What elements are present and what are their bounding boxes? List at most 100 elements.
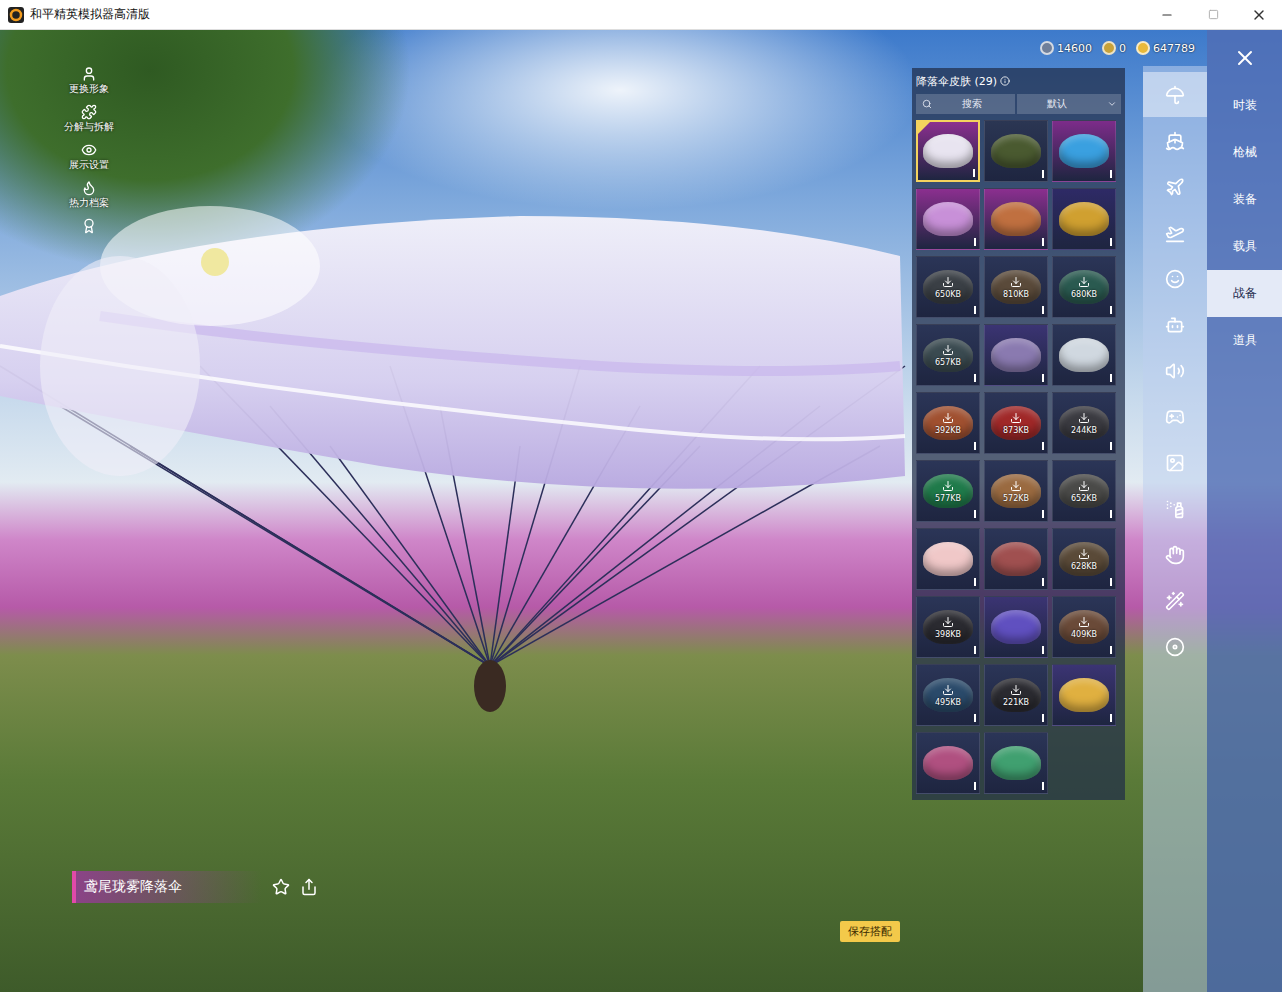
download-size: 398KB bbox=[935, 630, 961, 639]
download-overlay: 810KB bbox=[985, 257, 1047, 317]
share-button[interactable] bbox=[300, 878, 318, 896]
skin-tile[interactable] bbox=[916, 120, 980, 182]
save-button[interactable]: 保存搭配 bbox=[840, 921, 900, 942]
parachute-thumbnail-icon bbox=[991, 610, 1041, 644]
skin-tile[interactable]: 810KB bbox=[984, 256, 1048, 318]
favorite-button[interactable] bbox=[272, 878, 290, 896]
skin-tile[interactable]: 392KB bbox=[916, 392, 980, 454]
subcategory-tab[interactable] bbox=[1143, 624, 1207, 669]
skin-tile[interactable] bbox=[984, 324, 1048, 386]
category-tab[interactable]: 战备 bbox=[1207, 270, 1282, 317]
category-tab[interactable]: 道具 bbox=[1207, 317, 1282, 364]
download-icon bbox=[1078, 276, 1090, 288]
category-tab[interactable]: 载具 bbox=[1207, 223, 1282, 270]
skin-tile[interactable]: 409KB bbox=[1052, 596, 1116, 658]
panel-header: 降落伞皮肤 (29) bbox=[916, 68, 1121, 94]
skin-tile[interactable] bbox=[1052, 324, 1116, 386]
left-menu-item[interactable] bbox=[44, 218, 134, 250]
left-menu-item[interactable]: 分解与拆解 bbox=[44, 104, 134, 136]
skin-tile[interactable] bbox=[984, 188, 1048, 250]
tile-mark bbox=[1110, 510, 1112, 518]
subcategory-tab[interactable] bbox=[1143, 348, 1207, 393]
skin-tile[interactable] bbox=[1052, 188, 1116, 250]
skin-tile[interactable] bbox=[916, 188, 980, 250]
skin-tile[interactable] bbox=[1052, 664, 1116, 726]
info-icon[interactable] bbox=[1000, 76, 1010, 86]
subcategory-tab[interactable] bbox=[1143, 72, 1207, 117]
close-game-button[interactable] bbox=[1207, 30, 1282, 70]
close-icon bbox=[1233, 46, 1257, 70]
download-icon bbox=[942, 684, 954, 696]
share-icon bbox=[300, 878, 318, 896]
skin-tile[interactable]: 244KB bbox=[1052, 392, 1116, 454]
maximize-icon bbox=[1208, 9, 1219, 20]
skin-tile[interactable]: 495KB bbox=[916, 664, 980, 726]
category-tab[interactable]: 时装 bbox=[1207, 82, 1282, 129]
minimize-button[interactable] bbox=[1144, 0, 1190, 30]
skin-tile[interactable]: 398KB bbox=[916, 596, 980, 658]
search-field[interactable]: 搜索 bbox=[916, 94, 1015, 114]
skin-tile[interactable]: 221KB bbox=[984, 664, 1048, 726]
subcategory-tab[interactable] bbox=[1143, 210, 1207, 255]
menu-item-label: 更换形象 bbox=[69, 82, 109, 96]
left-menu-item[interactable]: 更换形象 bbox=[44, 66, 134, 98]
subcategory-tab[interactable] bbox=[1143, 486, 1207, 531]
skin-tile[interactable] bbox=[916, 528, 980, 590]
subcategory-icon bbox=[1165, 499, 1185, 519]
subcategory-icon bbox=[1165, 85, 1185, 105]
skin-tile[interactable]: 650KB bbox=[916, 256, 980, 318]
parachute-thumbnail-icon bbox=[923, 746, 973, 780]
parachute-thumbnail-icon bbox=[991, 338, 1041, 372]
subcategory-tab[interactable] bbox=[1143, 578, 1207, 623]
subcategory-tab[interactable] bbox=[1143, 532, 1207, 577]
skin-tile[interactable]: 577KB bbox=[916, 460, 980, 522]
skin-tile[interactable] bbox=[984, 528, 1048, 590]
skin-tile[interactable]: 572KB bbox=[984, 460, 1048, 522]
left-menu-item[interactable]: 展示设置 bbox=[44, 142, 134, 174]
menu-item-label: 热力档案 bbox=[69, 196, 109, 210]
tile-mark bbox=[1042, 442, 1044, 450]
subcategory-tab[interactable] bbox=[1143, 164, 1207, 209]
menu-item-label: 分解与拆解 bbox=[64, 120, 114, 134]
subcategory-tab[interactable] bbox=[1143, 256, 1207, 301]
skin-tile[interactable]: 680KB bbox=[1052, 256, 1116, 318]
tile-mark bbox=[1110, 170, 1112, 178]
category-tab[interactable]: 枪械 bbox=[1207, 129, 1282, 176]
sort-dropdown[interactable]: 默认 bbox=[1017, 94, 1121, 114]
skin-tile[interactable] bbox=[984, 596, 1048, 658]
subcategory-icon bbox=[1165, 177, 1185, 197]
skin-tile[interactable] bbox=[1052, 120, 1116, 182]
download-icon bbox=[942, 412, 954, 424]
maximize-button[interactable] bbox=[1190, 0, 1236, 30]
skin-tile[interactable] bbox=[916, 732, 980, 794]
download-size: 652KB bbox=[1071, 494, 1097, 503]
left-menu-item[interactable]: 热力档案 bbox=[44, 180, 134, 212]
download-icon bbox=[1010, 480, 1022, 492]
skin-tile[interactable] bbox=[984, 120, 1048, 182]
download-size: 650KB bbox=[935, 290, 961, 299]
download-size: 392KB bbox=[935, 426, 961, 435]
download-icon bbox=[942, 276, 954, 288]
subcategory-tab[interactable] bbox=[1143, 118, 1207, 163]
tile-mark bbox=[1042, 714, 1044, 722]
subcategory-tab[interactable] bbox=[1143, 302, 1207, 347]
download-icon bbox=[1078, 480, 1090, 492]
menu-item-label: 展示设置 bbox=[69, 158, 109, 172]
close-icon bbox=[1251, 7, 1267, 23]
tile-mark bbox=[1042, 238, 1044, 246]
tile-mark bbox=[974, 238, 976, 246]
parachute-preview bbox=[0, 66, 912, 992]
category-tab[interactable]: 装备 bbox=[1207, 176, 1282, 223]
subcategory-tab[interactable] bbox=[1143, 394, 1207, 439]
download-overlay: 680KB bbox=[1053, 257, 1115, 317]
skin-tile[interactable]: 628KB bbox=[1052, 528, 1116, 590]
skin-tile[interactable] bbox=[984, 732, 1048, 794]
close-button[interactable] bbox=[1236, 0, 1282, 30]
download-icon bbox=[1010, 276, 1022, 288]
subcategory-tab[interactable] bbox=[1143, 440, 1207, 485]
coin-icon bbox=[1040, 41, 1054, 55]
skin-tile[interactable]: 652KB bbox=[1052, 460, 1116, 522]
skin-tile[interactable]: 873KB bbox=[984, 392, 1048, 454]
download-size: 628KB bbox=[1071, 562, 1097, 571]
skin-tile[interactable]: 657KB bbox=[916, 324, 980, 386]
